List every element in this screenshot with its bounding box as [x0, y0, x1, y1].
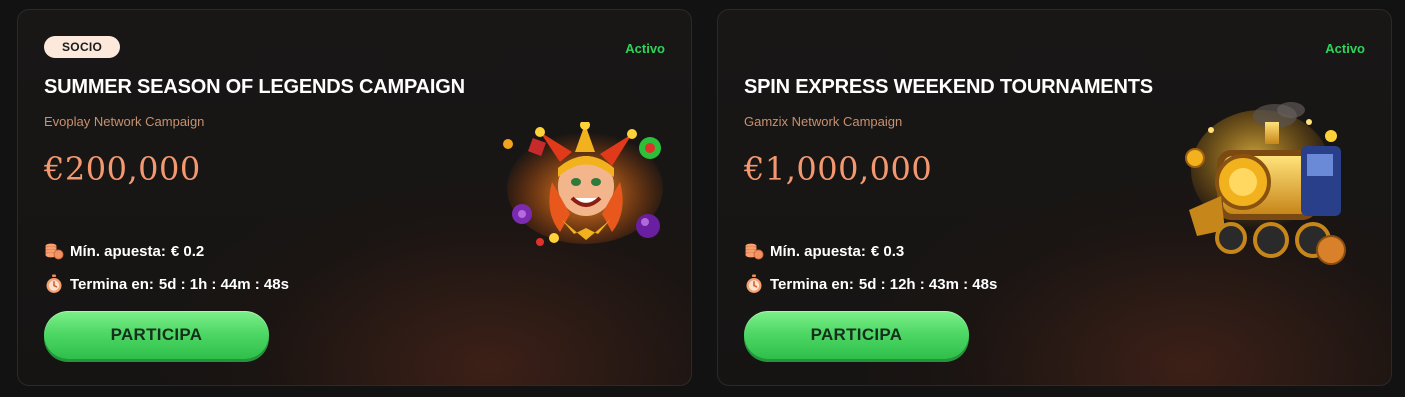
- min-bet-row: Mín. apuesta: € 0.2: [44, 241, 204, 261]
- campaign-title: SPIN EXPRESS WEEKEND TOURNAMENTS: [744, 76, 1153, 98]
- coin-stack-icon: [744, 241, 764, 261]
- campaign-provider: Gamzix Network Campaign: [744, 114, 903, 129]
- stopwatch-icon: [44, 274, 64, 294]
- campaign-provider: Evoplay Network Campaign: [44, 114, 205, 129]
- prize-pool: €1,000,000: [744, 150, 933, 188]
- min-bet-label: Mín. apuesta:: [770, 242, 866, 260]
- ends-in-row: Termina en: 5d : 1h : 44m : 48s: [44, 274, 289, 294]
- stopwatch-icon: [744, 274, 764, 294]
- coin-stack-icon: [44, 241, 64, 261]
- campaign-card: SOCIO Activo SUMMER SEASON OF LEGENDS CA…: [17, 9, 692, 386]
- min-bet-row: Mín. apuesta: € 0.3: [744, 241, 904, 261]
- participate-button[interactable]: PARTICIPA: [744, 311, 969, 359]
- min-bet-label: Mín. apuesta:: [70, 242, 166, 260]
- jester-joker-icon: [500, 120, 666, 246]
- campaign-card: Activo SPIN EXPRESS WEEKEND TOURNAMENTS …: [717, 9, 1392, 386]
- participate-button[interactable]: PARTICIPA: [44, 311, 269, 359]
- campaigns-row: SOCIO Activo SUMMER SEASON OF LEGENDS CA…: [0, 0, 1405, 397]
- prize-pool: €200,000: [44, 150, 201, 188]
- status-label: Activo: [625, 41, 665, 56]
- min-bet-value: € 0.3: [870, 242, 905, 260]
- min-bet-value: € 0.2: [170, 242, 205, 260]
- countdown-value: 5d : 1h : 44m : 48s: [158, 275, 289, 293]
- partner-badge: SOCIO: [44, 36, 121, 58]
- campaign-title: SUMMER SEASON OF LEGENDS CAMPAIGN: [44, 76, 465, 98]
- golden-train-icon: [1181, 100, 1351, 275]
- countdown-value: 5d : 12h : 43m : 48s: [858, 275, 998, 293]
- ends-in-label: Termina en:: [770, 275, 854, 293]
- ends-in-row: Termina en: 5d : 12h : 43m : 48s: [744, 274, 997, 294]
- ends-in-label: Termina en:: [70, 275, 154, 293]
- status-label: Activo: [1325, 41, 1365, 56]
